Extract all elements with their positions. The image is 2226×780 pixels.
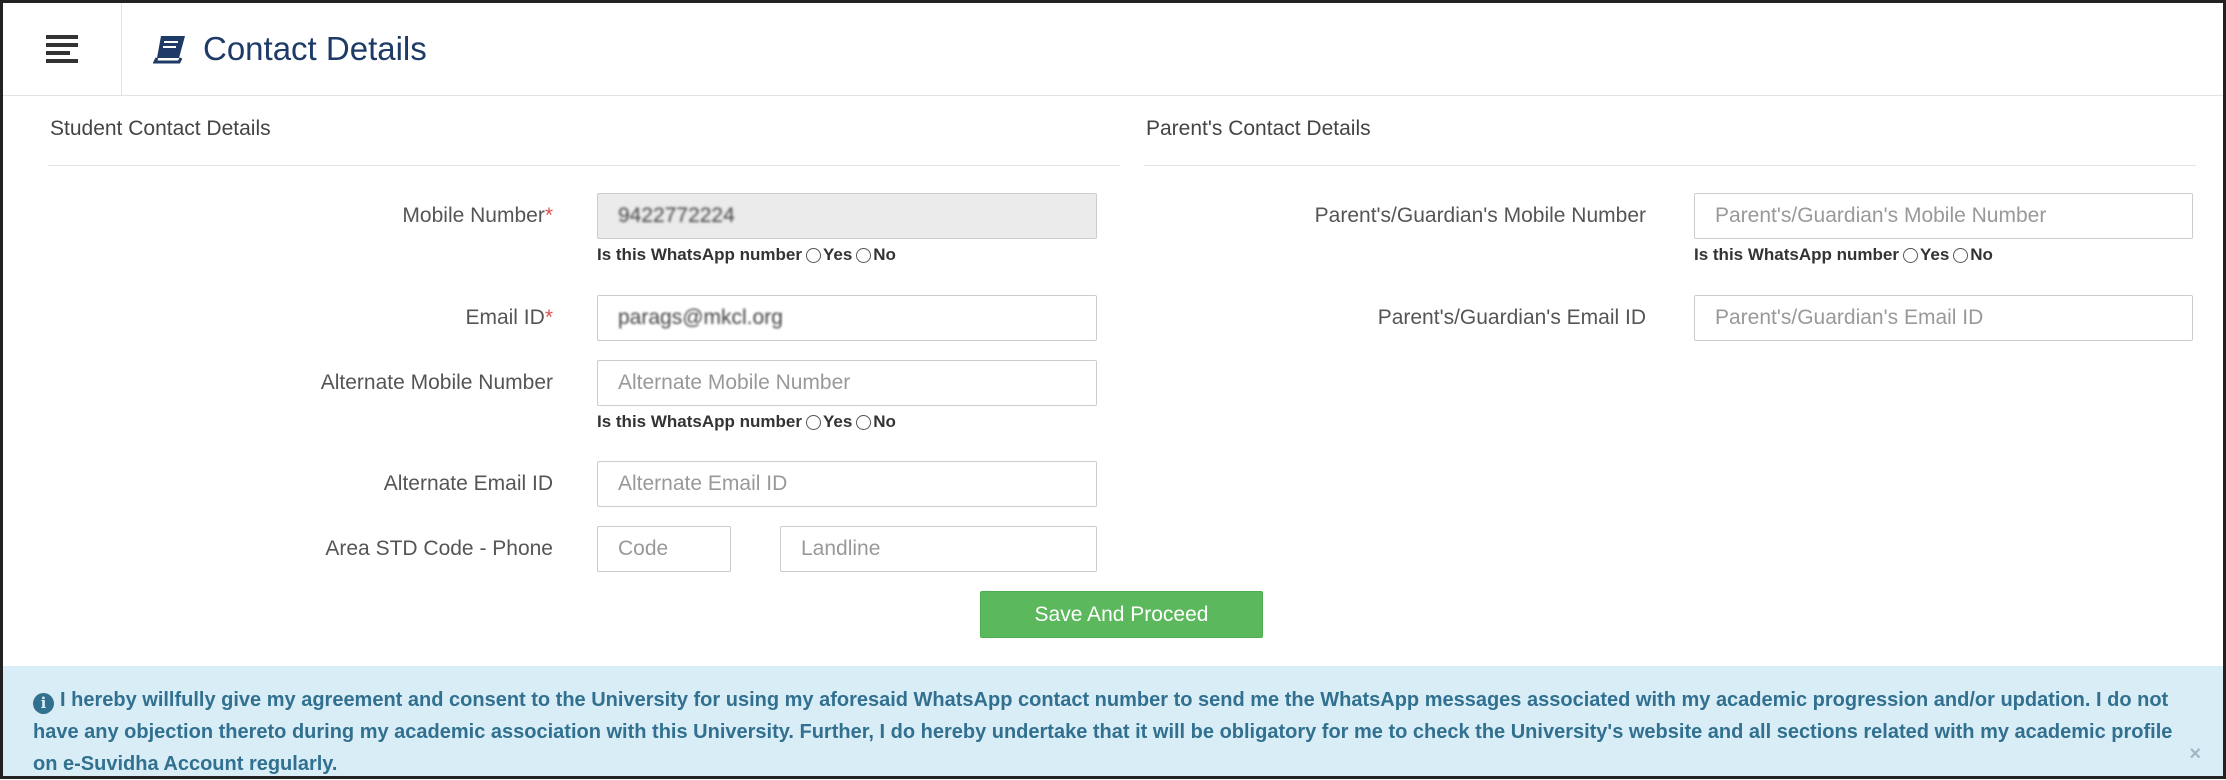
parent-whatsapp-yes-radio[interactable] — [1902, 247, 1918, 263]
std-code-input[interactable]: Code — [597, 526, 731, 572]
email-id-input[interactable]: parags@mkcl.org — [597, 295, 1097, 341]
alternate-mobile-input[interactable]: Alternate Mobile Number — [597, 360, 1097, 406]
mobile-whatsapp-no-radio[interactable] — [856, 247, 872, 263]
student-section-title: Student Contact Details — [50, 117, 271, 140]
mobile-whatsapp-question: Is this WhatsApp number Yes No — [597, 245, 896, 264]
parent-email-label: Parent's/Guardian's Email ID — [1377, 306, 1646, 329]
mobile-number-label: Mobile Number* — [402, 204, 553, 227]
mobile-whatsapp-yes-radio[interactable] — [805, 247, 821, 263]
alternate-mobile-label: Alternate Mobile Number — [320, 371, 553, 394]
info-icon: i — [33, 693, 54, 714]
parent-whatsapp-question: Is this WhatsApp number Yes No — [1694, 245, 1993, 264]
parent-section-title: Parent's Contact Details — [1146, 117, 1371, 140]
student-divider — [48, 165, 1120, 166]
alternate-whatsapp-yes-radio[interactable] — [805, 414, 821, 430]
parent-mobile-label: Parent's/Guardian's Mobile Number — [1314, 204, 1646, 227]
consent-notice: iI hereby willfully give my agreement an… — [3, 666, 2223, 776]
alternate-email-label: Alternate Email ID — [383, 472, 553, 495]
alternate-whatsapp-question: Is this WhatsApp number Yes No — [597, 412, 896, 431]
title-area: Contact Details — [153, 3, 427, 95]
book-icon — [153, 36, 185, 64]
menu-toggle-button[interactable] — [3, 3, 122, 95]
save-and-proceed-button[interactable]: Save And Proceed — [980, 591, 1263, 638]
parent-whatsapp-no-radio[interactable] — [1953, 247, 1969, 263]
page-title: Contact Details — [203, 30, 427, 67]
hamburger-icon — [46, 31, 78, 67]
close-icon[interactable]: × — [2189, 738, 2201, 770]
email-id-label: Email ID* — [465, 306, 553, 329]
alternate-email-input[interactable]: Alternate Email ID — [597, 461, 1097, 507]
mobile-number-input[interactable]: 9422772224 — [597, 193, 1097, 239]
parent-email-input[interactable]: Parent's/Guardian's Email ID — [1694, 295, 2193, 341]
parent-mobile-input[interactable]: Parent's/Guardian's Mobile Number — [1694, 193, 2193, 239]
std-code-phone-label: Area STD Code - Phone — [325, 537, 553, 560]
page-header: Contact Details — [3, 3, 2223, 96]
alternate-whatsapp-no-radio[interactable] — [856, 414, 872, 430]
parent-divider — [1144, 165, 2196, 166]
landline-input[interactable]: Landline — [780, 526, 1097, 572]
consent-notice-text: I hereby willfully give my agreement and… — [33, 689, 2173, 775]
